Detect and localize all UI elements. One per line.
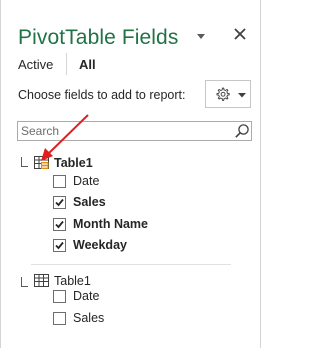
field-label: Date: [73, 289, 100, 303]
field-label: Date: [73, 174, 100, 188]
table-separator: [31, 264, 231, 265]
field-checkbox-checked[interactable]: [53, 196, 66, 209]
pane-title: PivotTable Fields: [18, 26, 179, 49]
search-icon[interactable]: [234, 123, 250, 139]
field-label: Weekday: [73, 238, 127, 252]
table-name[interactable]: Table1: [54, 274, 91, 288]
pane-options-dropdown-icon[interactable]: [195, 30, 207, 42]
field-checkbox[interactable]: [53, 312, 66, 325]
field-label: Sales: [73, 311, 105, 325]
field-checkbox[interactable]: [53, 175, 66, 188]
checkmark-icon: [55, 241, 64, 250]
table-icon: [34, 274, 49, 287]
field-checkbox-checked[interactable]: [53, 218, 66, 231]
tree-connector: [21, 166, 28, 167]
field-label: Sales: [73, 195, 106, 209]
tab-divider: [66, 53, 67, 75]
field-label: Month Name: [73, 217, 148, 231]
gear-icon: [216, 87, 230, 101]
field-checkbox-checked[interactable]: [53, 239, 66, 252]
checkmark-icon: [55, 220, 64, 229]
tab-all[interactable]: All: [79, 57, 96, 72]
tab-active[interactable]: Active: [18, 57, 53, 72]
tools-button[interactable]: [205, 80, 251, 108]
pivottable-fields-pane: PivotTable Fields Active All Choose fiel…: [0, 0, 261, 348]
close-icon[interactable]: [233, 27, 247, 41]
tree-connector: [21, 157, 22, 166]
tree-connector: [21, 277, 22, 286]
field-checkbox[interactable]: [53, 290, 66, 303]
checkmark-icon: [55, 198, 64, 207]
tree-connector: [21, 286, 28, 287]
annotation-arrow: [41, 114, 89, 161]
choose-fields-label: Choose fields to add to report:: [18, 88, 186, 102]
chevron-down-icon: [238, 93, 246, 98]
